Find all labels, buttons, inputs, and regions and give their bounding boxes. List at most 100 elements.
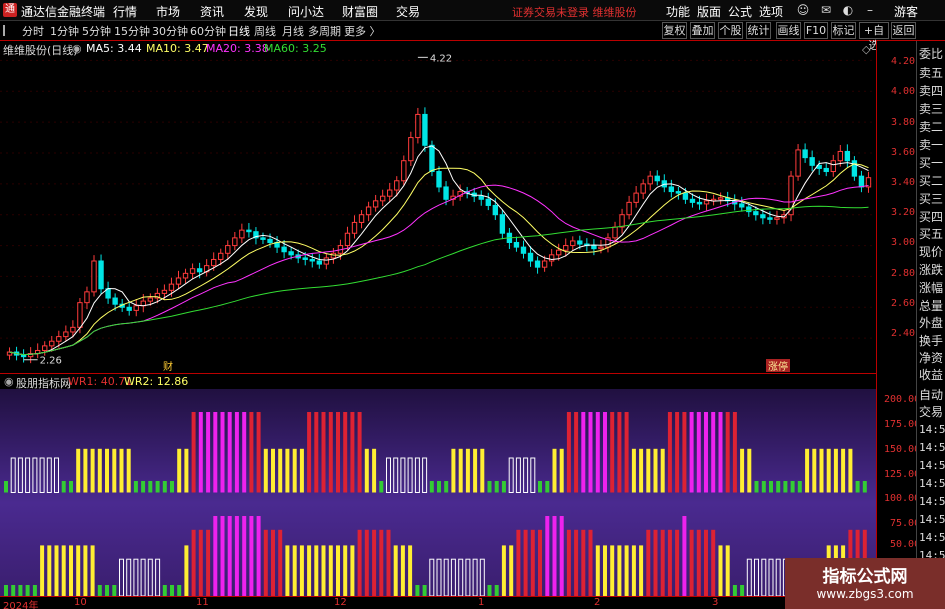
indicator-bar <box>516 529 521 596</box>
sidebar-earnings[interactable]: 收益 <box>919 366 945 383</box>
btn-biaoji[interactable]: 标记 <box>831 22 856 39</box>
indicator-bar <box>328 412 333 493</box>
menu-gongneng[interactable]: 功能 <box>666 3 690 20</box>
indicator-chart[interactable] <box>0 389 876 597</box>
indicator-bar <box>40 545 45 596</box>
login-notice[interactable]: 证券交易未登录 维维股份 <box>512 4 637 20</box>
sidebar-outer[interactable]: 外盘 <box>919 314 945 331</box>
btn-f10[interactable]: F10 <box>804 22 828 39</box>
indicator-bar <box>624 545 629 596</box>
sidebar-price[interactable]: 现价 <box>919 243 945 260</box>
menu-hangqing[interactable]: 行情 <box>113 3 137 20</box>
dropdown-icon[interactable]: ◉ <box>72 42 82 55</box>
period-toolbar: 分时 1分钟 5分钟 15分钟 30分钟 60分钟 日线 周线 月线 多周期 更… <box>0 21 945 52</box>
period-1min[interactable]: 1分钟 <box>50 23 79 39</box>
menu-gongshi[interactable]: 公式 <box>728 3 752 20</box>
candle-body <box>858 175 865 188</box>
sidebar-change[interactable]: 涨跌 <box>919 261 945 278</box>
indicator-bar <box>826 448 831 493</box>
period-daily[interactable]: 日线 <box>228 23 250 39</box>
indicator-bar <box>54 545 59 596</box>
sidebar-sell1[interactable]: 卖一 <box>919 136 945 153</box>
period-more[interactable]: 更多 〉 <box>344 23 381 39</box>
menu-zixun[interactable]: 资讯 <box>200 3 224 20</box>
menu-shichang[interactable]: 市场 <box>156 3 180 20</box>
btn-fuquan[interactable]: 复权 <box>662 22 687 39</box>
btn-add-watchlist[interactable]: +自选 <box>859 22 889 52</box>
sidebar-trade[interactable]: 交易 <box>919 403 945 420</box>
candlestick-chart[interactable]: 4.22 2.26 财 涨停 维维股份(日线) ◉ MA5: 3.44 MA10: 3… <box>0 41 876 373</box>
sidebar-buy2[interactable]: 买二 <box>919 172 945 189</box>
period-15min[interactable]: 15分钟 <box>114 23 150 39</box>
candle-body <box>408 137 414 162</box>
mail-icon[interactable]: ✉ <box>818 2 834 18</box>
menu-caifuquan[interactable]: 财富圈 <box>342 3 378 20</box>
indicator-bar <box>69 481 73 493</box>
candle-body <box>232 237 238 247</box>
candle-body <box>246 229 252 233</box>
menu-jiaoyi[interactable]: 交易 <box>396 3 420 20</box>
indicator-dropdown-icon[interactable]: ◉ <box>4 375 14 388</box>
btn-back[interactable]: 返回 <box>891 22 916 39</box>
period-fenshi[interactable]: 分时 <box>22 23 44 39</box>
guest-label[interactable]: 游客 <box>894 3 918 20</box>
indicator-svg[interactable] <box>0 389 876 597</box>
indicator-bar <box>220 516 225 596</box>
indicator-bar <box>314 545 319 596</box>
period-30min[interactable]: 30分钟 <box>152 23 188 39</box>
sidebar-weibi[interactable]: 委比 <box>919 45 945 62</box>
candle-body <box>626 201 632 216</box>
btn-huaxian[interactable]: 画线 <box>776 22 801 39</box>
sidebar-sell5[interactable]: 卖五 <box>919 64 945 81</box>
stock-name-label: 维维股份(日线) <box>3 44 78 57</box>
indicator-bar <box>256 412 261 493</box>
period-weekly[interactable]: 周线 <box>254 23 276 39</box>
ma60-line <box>9 205 869 356</box>
candle-body <box>492 204 499 216</box>
sidebar-buy5[interactable]: 买五 <box>919 225 945 242</box>
sidebar-buy3[interactable]: 买三 <box>919 190 945 207</box>
candlestick-svg[interactable]: 4.22 2.26 财 涨停 <box>0 41 876 373</box>
menu-banmian[interactable]: 版面 <box>697 3 721 20</box>
indicator-bar <box>83 448 88 493</box>
indicator-bar <box>581 529 586 596</box>
date-label: 2 <box>594 597 601 608</box>
btn-tongji[interactable]: 统计 <box>746 22 771 39</box>
price-tick: 2.40 <box>891 328 916 339</box>
sidebar-buy1[interactable]: 买一 <box>919 154 945 171</box>
sidebar-sell3[interactable]: 卖三 <box>919 100 945 117</box>
sidebar-change-pct[interactable]: 涨幅 <box>919 279 945 296</box>
candle-body <box>563 245 569 251</box>
skin-icon[interactable]: ◐ <box>840 2 856 18</box>
candle-body <box>302 257 308 260</box>
ma60-label: MA60: 3.25 <box>264 42 327 55</box>
period-multi[interactable]: 多周期 <box>308 23 341 39</box>
btn-gegu[interactable]: 个股 <box>718 22 743 39</box>
sidebar-auto[interactable]: 自动 <box>919 386 945 403</box>
sidebar-sell2[interactable]: 卖二 <box>919 118 945 135</box>
user-icon[interactable]: ☺ <box>795 2 811 18</box>
price-tick: 3.60 <box>891 147 916 158</box>
sidebar-sell4[interactable]: 卖四 <box>919 82 945 99</box>
indicator-bar <box>184 545 189 596</box>
indicator-bar <box>292 545 297 596</box>
btn-diejia[interactable]: 叠加 <box>690 22 715 39</box>
menu-wenxiaoda[interactable]: 问小达 <box>288 3 324 20</box>
candle-body <box>591 245 597 250</box>
chart-settings-icon[interactable]: ◇ <box>862 43 870 56</box>
menu-faxian[interactable]: 发现 <box>244 3 268 20</box>
indicator-bar <box>501 545 506 596</box>
sidebar-turnover[interactable]: 换手 <box>919 332 945 349</box>
sidebar-volume[interactable]: 总量 <box>919 297 945 314</box>
candle-body <box>394 180 400 191</box>
period-5min[interactable]: 5分钟 <box>82 23 111 39</box>
indicator-bar <box>25 585 30 596</box>
period-60min[interactable]: 60分钟 <box>190 23 226 39</box>
period-monthly[interactable]: 月线 <box>282 23 304 39</box>
indicator-bar <box>603 545 607 596</box>
menu-xuanxiang[interactable]: 选项 <box>759 3 783 20</box>
minimize-icon[interactable]: – <box>862 2 878 18</box>
candle-body <box>570 240 576 247</box>
sidebar-netasset[interactable]: 净资 <box>919 349 945 366</box>
sidebar-buy4[interactable]: 买四 <box>919 208 945 225</box>
